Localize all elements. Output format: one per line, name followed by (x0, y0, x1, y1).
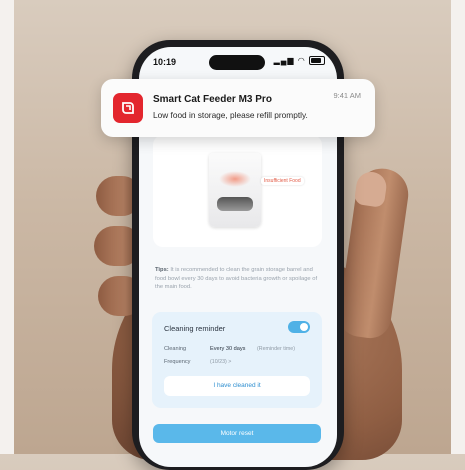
app-icon (113, 93, 143, 123)
frequency-value[interactable]: (10/23) > (210, 359, 231, 365)
tips-text: Tips: It is recommended to clean the gra… (155, 266, 321, 292)
insufficient-food-badge: Insufficient Food (261, 177, 304, 185)
dynamic-island (209, 55, 265, 70)
device-card: Insufficient Food (153, 135, 322, 247)
left-border (0, 0, 14, 454)
feeder-image (209, 153, 261, 227)
cleaning-reminder-panel: Cleaning reminder Cleaning Every 30 days… (152, 312, 322, 408)
notification-title: Smart Cat Feeder M3 Pro (153, 94, 272, 105)
motor-reset-button[interactable]: Motor reset (153, 424, 321, 443)
frequency-label: Frequency (164, 359, 191, 365)
food-bowl-image (217, 197, 253, 211)
cleaning-reminder-title: Cleaning reminder (164, 324, 226, 333)
wifi-icon: ◠ (297, 56, 306, 65)
right-border (451, 0, 465, 454)
tips-body: It is recommended to clean the grain sto… (155, 267, 318, 291)
cleaning-reminder-toggle[interactable] (288, 321, 310, 333)
notification-message: Low food in storage, please refill promp… (153, 110, 308, 120)
cleaning-interval[interactable]: Every 30 days (210, 346, 245, 352)
push-notification[interactable]: Smart Cat Feeder M3 Pro Low food in stor… (101, 79, 375, 137)
system-icons: ▂▄▆ ◠ (273, 56, 325, 66)
reminder-time-note: (Reminder time) (257, 346, 295, 352)
low-food-glow (219, 171, 251, 187)
notification-time: 9:41 AM (333, 91, 361, 100)
cat-feeder-logo-icon (122, 102, 134, 114)
cleaning-label: Cleaning (164, 346, 187, 352)
tips-label: Tips: (155, 267, 169, 273)
status-time: 10:19 (153, 57, 177, 67)
battery-icon (309, 56, 325, 66)
status-bar: 10:19 ▂▄▆ ◠ (139, 47, 337, 77)
cellular-icon: ▂▄▆ (273, 56, 295, 65)
i-have-cleaned-it-button[interactable]: I have cleaned it (164, 376, 310, 396)
